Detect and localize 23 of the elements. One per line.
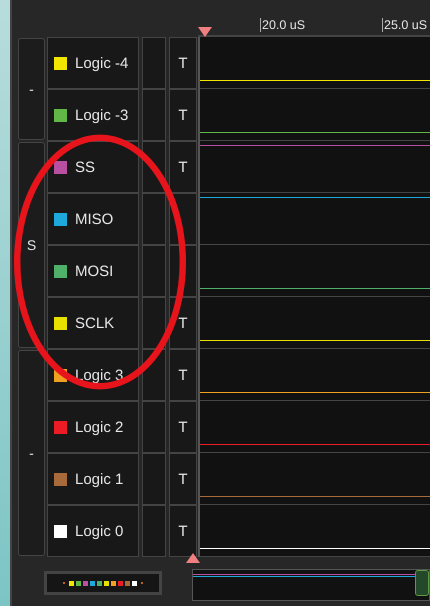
time-tick-label: 20.0 uS	[260, 18, 306, 32]
trigger-button[interactable]: T	[169, 89, 197, 141]
trigger-button[interactable]: T	[169, 141, 197, 193]
channel-label[interactable]: MOSI	[47, 245, 139, 297]
trigger-button[interactable]: T	[169, 505, 197, 557]
view-window[interactable]	[415, 570, 429, 596]
trigger-button[interactable]: T	[169, 37, 197, 89]
channel-label[interactable]: SCLK	[47, 297, 139, 349]
channel-label[interactable]: Logic -3	[47, 89, 139, 141]
channel-label[interactable]: Logic 2	[47, 401, 139, 453]
channel-label[interactable]: Logic 1	[47, 453, 139, 505]
group-cell[interactable]: -	[18, 38, 45, 140]
channel-label[interactable]: SS	[47, 141, 139, 193]
trigger-button[interactable]: T	[169, 349, 197, 401]
channel-label[interactable]: MISO	[47, 193, 139, 245]
channel-label[interactable]: Logic 0	[47, 505, 139, 557]
group-cell[interactable]: -	[18, 350, 45, 556]
channel-label[interactable]: Logic -4	[47, 37, 139, 89]
time-tick-label: 25.0 uS	[382, 18, 428, 32]
trigger-button[interactable]: T	[169, 453, 197, 505]
marker-icon[interactable]	[186, 553, 200, 563]
trigger-button[interactable]: T	[169, 401, 197, 453]
overview-track[interactable]	[192, 569, 430, 601]
